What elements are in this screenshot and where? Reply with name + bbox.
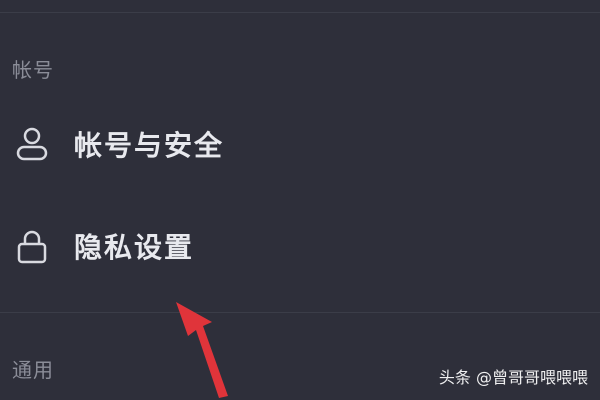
top-divider [0, 12, 600, 13]
menu-item-label: 隐私设置 [74, 231, 195, 264]
red-arrow-annotation [176, 302, 228, 398]
menu-item-privacy-settings[interactable]: 隐私设置 [0, 214, 600, 278]
watermark-text: 头条 @曾哥哥喂喂喂 [438, 368, 588, 387]
section-divider [0, 312, 600, 313]
menu-item-account-security[interactable]: 帐号与安全 [0, 112, 600, 176]
lock-icon [17, 230, 47, 264]
user-icon [16, 127, 48, 161]
menu-item-label: 帐号与安全 [74, 129, 225, 162]
section-header-general: 通用 [12, 358, 54, 382]
section-header-account: 帐号 [12, 58, 54, 82]
